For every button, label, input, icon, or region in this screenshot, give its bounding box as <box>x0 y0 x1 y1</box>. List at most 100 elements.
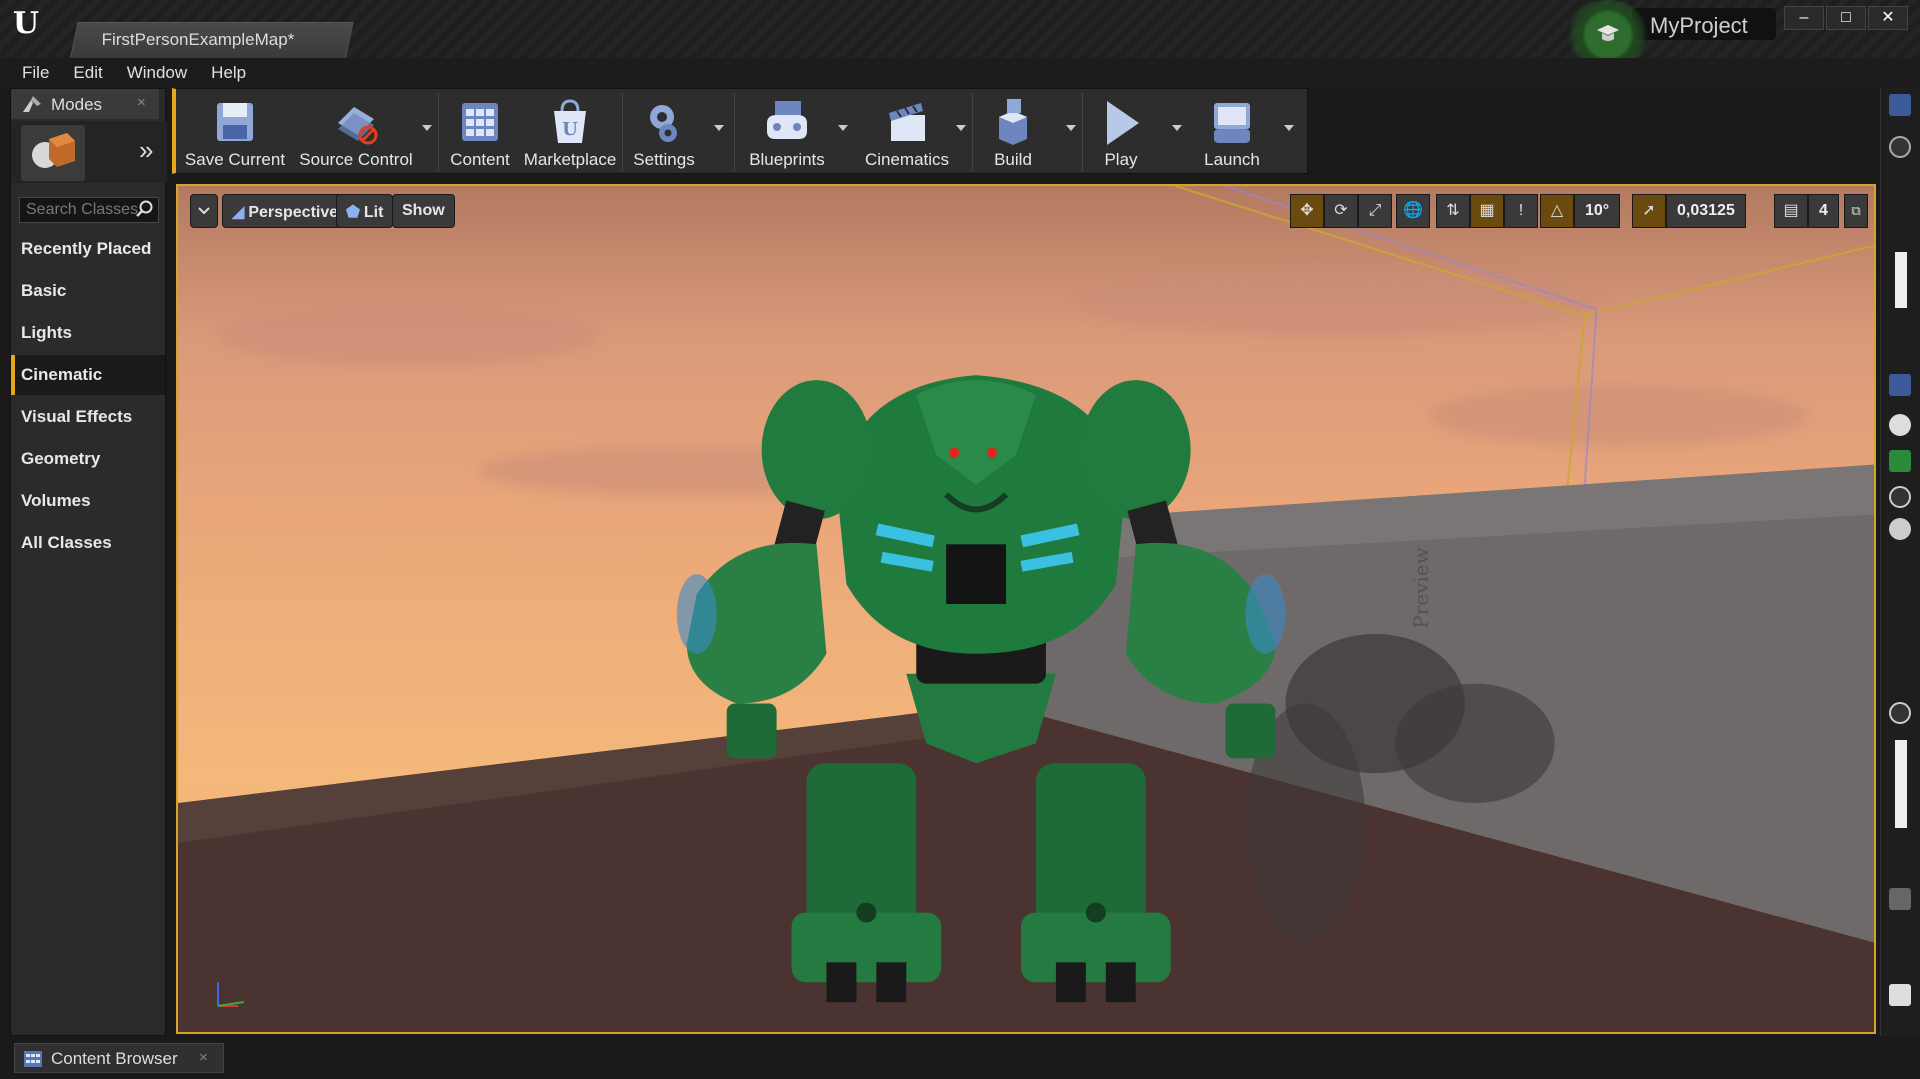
lock-icon[interactable] <box>1889 888 1911 910</box>
world-outliner-icon[interactable] <box>1889 94 1911 116</box>
rotation-snap-value[interactable]: 10° <box>1574 194 1621 228</box>
menu-window[interactable]: Window <box>115 58 199 88</box>
maximize-viewport-icon[interactable]: ⧉ <box>1844 194 1868 228</box>
sphere-icon[interactable] <box>1889 518 1911 540</box>
show-label: Show <box>402 202 445 219</box>
maximize-button[interactable]: □ <box>1826 6 1866 30</box>
maximize-viewport: ⧉ <box>1844 194 1868 228</box>
search-icon[interactable] <box>135 199 155 219</box>
scrollbar[interactable] <box>1895 740 1907 828</box>
details-icon[interactable] <box>1889 374 1911 396</box>
scale-tool-icon[interactable]: ⤢ <box>1358 194 1392 228</box>
category-geometry[interactable]: Geometry <box>11 439 165 479</box>
camera-speed-value[interactable]: 4 <box>1808 194 1839 228</box>
scene-geometry <box>178 186 1874 1032</box>
settings-icon <box>650 105 677 142</box>
surface-snap-icon[interactable]: ⇅ <box>1436 194 1470 228</box>
launch-dropdown-icon[interactable] <box>1284 125 1294 131</box>
content-browser-tab[interactable]: Content Browser × <box>14 1043 224 1073</box>
close-icon[interactable]: × <box>199 1049 208 1066</box>
category-cinematic[interactable]: Cinematic <box>11 355 165 395</box>
bottom-tab-bar: Content Browser × <box>0 1036 1920 1079</box>
source-control-dropdown-icon[interactable] <box>422 125 432 131</box>
camera-speed-icon[interactable]: ▤ <box>1774 194 1808 228</box>
save-current-button[interactable]: Save Current <box>180 95 290 171</box>
camera-speed-group: ▤ 4 <box>1774 194 1839 228</box>
play-dropdown-icon[interactable] <box>1172 125 1182 131</box>
cinematics-button[interactable]: Cinematics <box>854 95 960 171</box>
checkbox-icon[interactable] <box>1889 984 1911 1006</box>
scrollbar[interactable] <box>1895 252 1907 308</box>
cinematics-dropdown-icon[interactable] <box>956 125 966 131</box>
close-window-button[interactable]: ✕ <box>1868 6 1908 30</box>
close-icon[interactable]: × <box>137 94 146 111</box>
rotate-tool-icon[interactable]: ⟳ <box>1324 194 1358 228</box>
svg-text:U: U <box>562 119 578 140</box>
level-viewport[interactable]: Preview ◢ Perspective ⬟ Lit Show ✥ ⟳ ⤢ 🌐 ⇅… <box>176 184 1876 1034</box>
cinematics-label: Cinematics <box>864 150 950 169</box>
expand-modes-icon[interactable]: » <box>139 135 153 166</box>
preview-watermark: Preview <box>1408 547 1433 629</box>
blueprints-label: Blueprints <box>749 150 825 169</box>
unreal-logo-icon[interactable]: U <box>8 6 44 42</box>
category-basic[interactable]: Basic <box>11 271 165 311</box>
search-icon[interactable] <box>1889 702 1911 724</box>
menu-file[interactable]: File <box>10 58 61 88</box>
lit-button[interactable]: ⬟ Lit <box>336 194 394 228</box>
chevron-down-icon <box>198 207 210 215</box>
settings-label: Settings <box>633 150 695 169</box>
world-local-toggle: 🌐 <box>1396 194 1430 228</box>
search-icon[interactable] <box>1889 486 1911 508</box>
category-lights[interactable]: Lights <box>11 313 165 353</box>
save-current-label: Save Current <box>184 150 286 169</box>
build-label: Build <box>994 150 1032 169</box>
category-volumes[interactable]: Volumes <box>11 481 165 521</box>
menu-edit[interactable]: Edit <box>61 58 114 88</box>
window-controls: – □ ✕ <box>1784 6 1908 30</box>
place-mode-button[interactable] <box>21 125 85 181</box>
translate-tool-icon[interactable]: ✥ <box>1290 194 1324 228</box>
scale-snap-value[interactable]: 0,03125 <box>1666 194 1746 228</box>
launch-button[interactable]: Launch <box>1192 95 1272 171</box>
scale-snap-icon[interactable]: ➚ <box>1632 194 1666 228</box>
build-button[interactable]: Build <box>976 95 1050 171</box>
content-button[interactable]: Content <box>442 95 518 171</box>
place-actor-icon <box>32 133 75 168</box>
search-icon[interactable] <box>1889 136 1911 158</box>
toolbar-separator <box>1082 93 1083 171</box>
show-button[interactable]: Show <box>392 194 455 228</box>
perspective-label: Perspective <box>248 204 339 221</box>
source-control-button[interactable]: Source Control <box>292 95 420 171</box>
document-tab-label: FirstPersonExampleMap* <box>101 30 295 49</box>
save-icon <box>217 103 253 141</box>
settings-dropdown-icon[interactable] <box>714 125 724 131</box>
content-label: Content <box>450 150 510 169</box>
graduation-cap-icon <box>1597 25 1619 41</box>
launch-label: Launch <box>1204 150 1260 169</box>
viewport-options-button[interactable] <box>190 194 218 228</box>
category-all-classes[interactable]: All Classes <box>11 523 165 563</box>
world-space-icon[interactable]: 🌐 <box>1396 194 1430 228</box>
marketplace-button[interactable]: U Marketplace <box>520 95 620 171</box>
blueprints-dropdown-icon[interactable] <box>838 125 848 131</box>
rotation-snap-icon[interactable]: △ <box>1540 194 1574 228</box>
content-browser-icon <box>24 1051 42 1067</box>
grid-size-icon[interactable]: ! <box>1504 194 1538 228</box>
lit-label: Lit <box>363 204 384 221</box>
category-visual-effects[interactable]: Visual Effects <box>11 397 165 437</box>
perspective-button[interactable]: ◢ Perspective <box>222 194 349 228</box>
settings-button[interactable]: Settings <box>626 95 702 171</box>
minimize-button[interactable]: – <box>1784 6 1824 30</box>
menu-help[interactable]: Help <box>199 58 258 88</box>
document-tab[interactable]: FirstPersonExampleMap* <box>70 22 354 58</box>
blueprints-button[interactable]: Blueprints <box>738 95 836 171</box>
transform-tools: ✥ ⟳ ⤢ <box>1290 194 1392 228</box>
modes-tab[interactable]: Modes × <box>11 89 159 119</box>
material-sphere-icon[interactable] <box>1889 414 1911 436</box>
add-component-icon[interactable] <box>1889 450 1911 472</box>
category-recently-placed[interactable]: Recently Placed <box>11 229 165 269</box>
play-button[interactable]: Play <box>1086 95 1156 171</box>
build-dropdown-icon[interactable] <box>1066 125 1076 131</box>
grid-snap-icon[interactable]: ▦ <box>1470 194 1504 228</box>
toolbar-separator <box>972 93 973 171</box>
